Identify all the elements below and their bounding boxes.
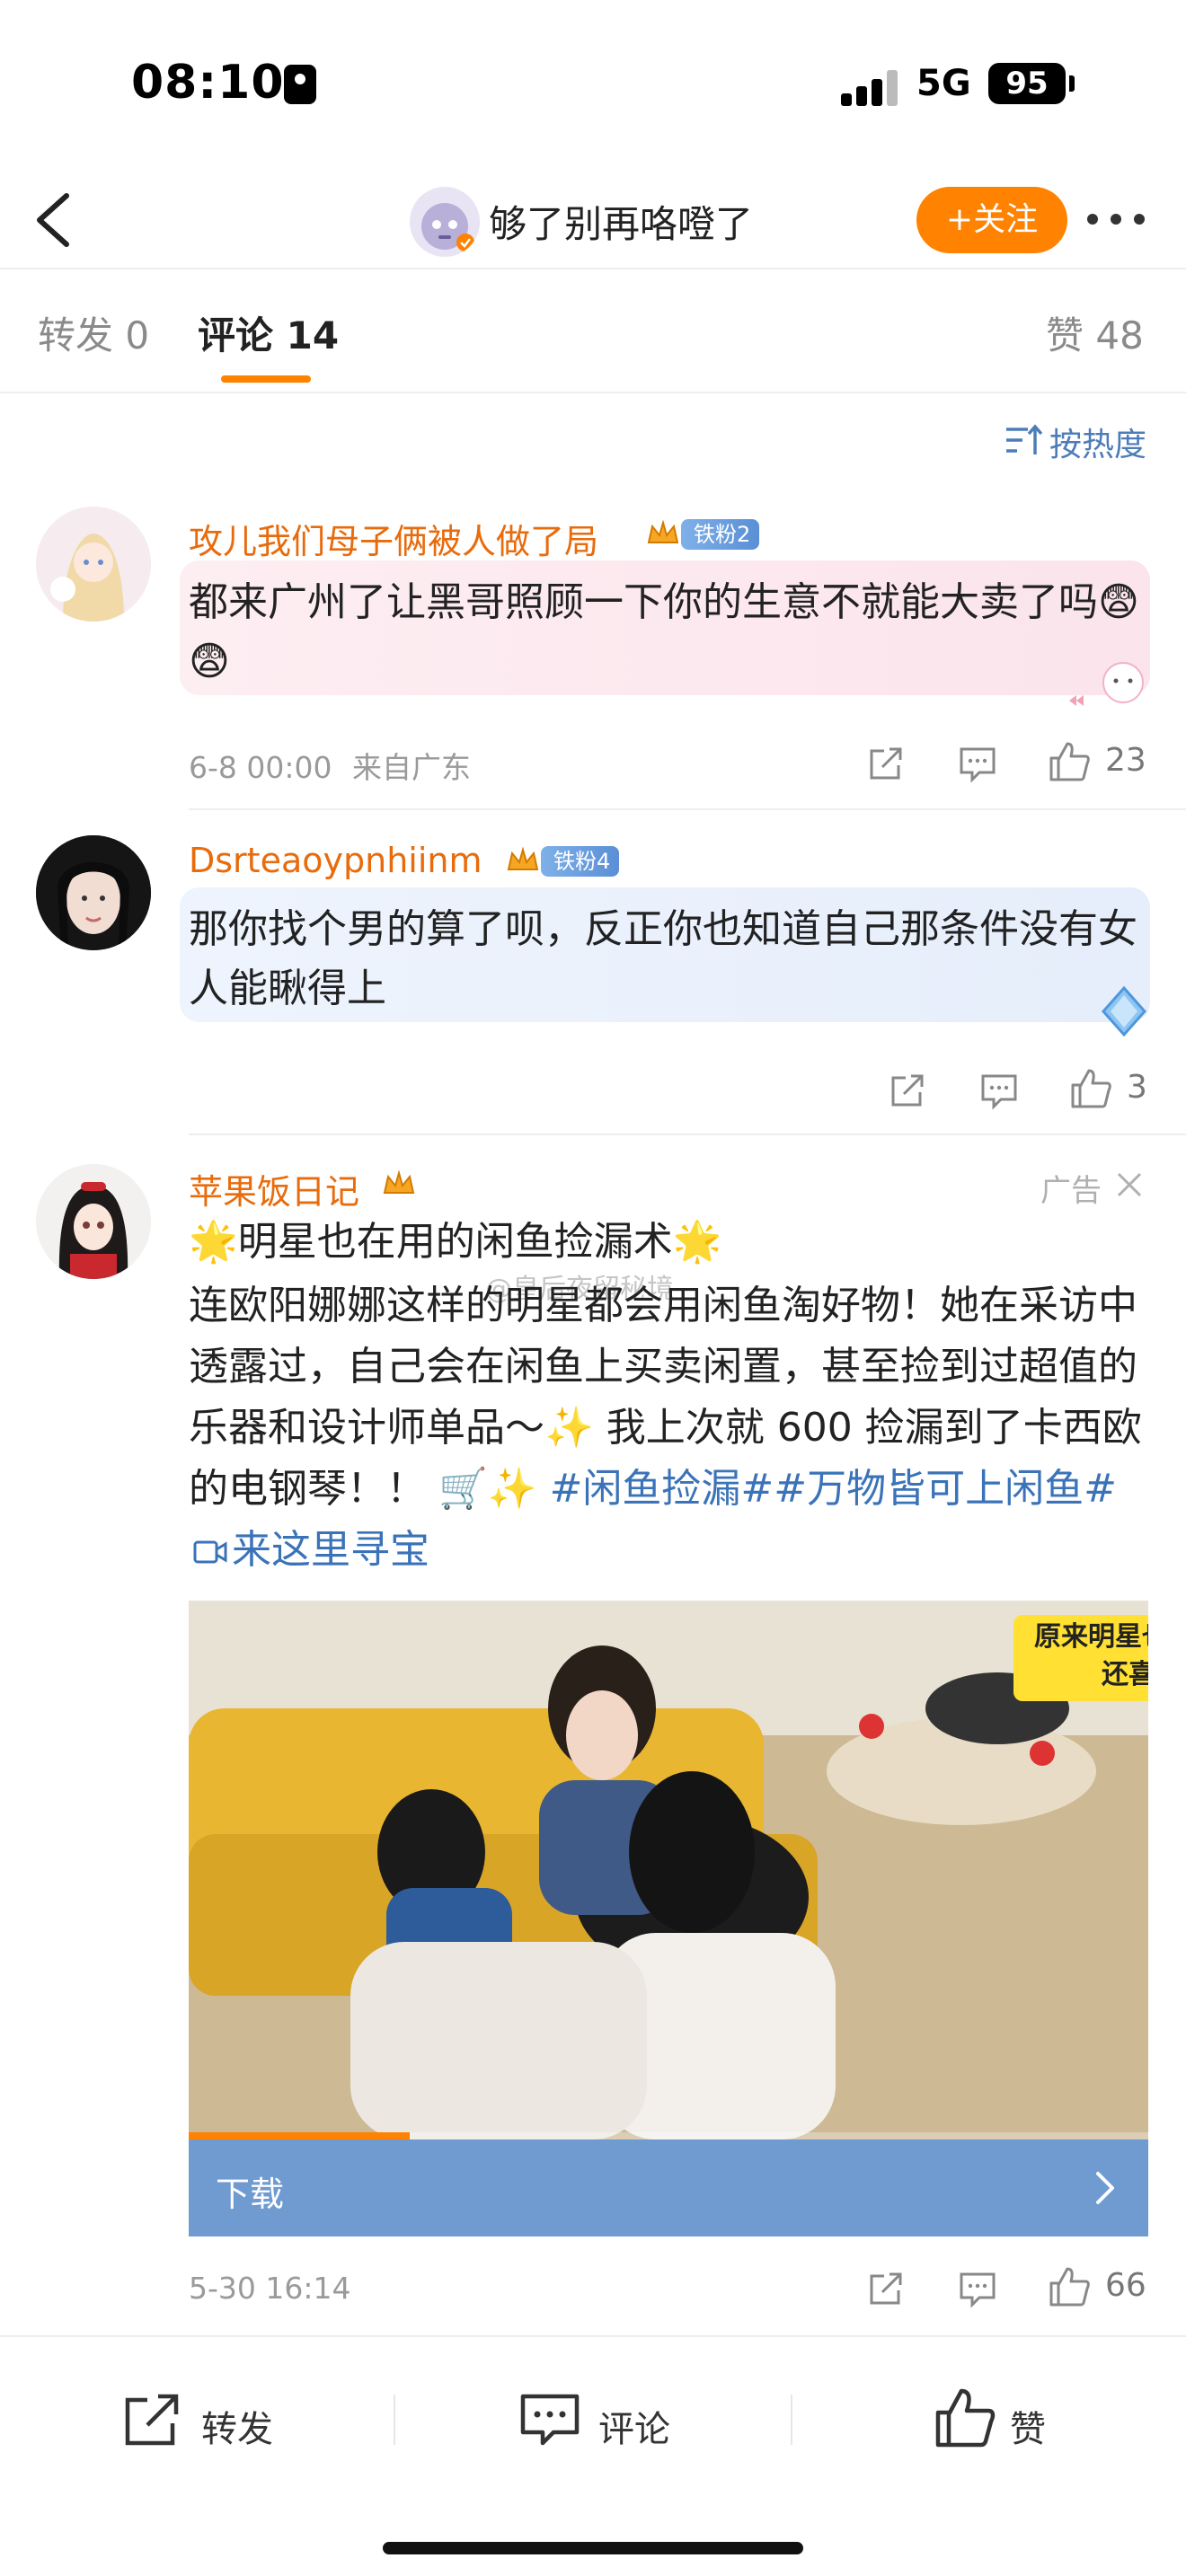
like-count: 23 bbox=[1105, 742, 1146, 779]
chevron-left-icon[interactable] bbox=[27, 190, 81, 250]
comment-divider bbox=[189, 808, 1186, 810]
home-indicator bbox=[383, 2542, 803, 2554]
comment-icon[interactable] bbox=[958, 2269, 997, 2308]
like-count: 66 bbox=[1105, 2267, 1146, 2304]
share-icon bbox=[125, 2394, 179, 2446]
ad-time: 5-30 16:14 bbox=[189, 2271, 351, 2306]
share-icon[interactable] bbox=[866, 2269, 906, 2308]
avatar[interactable] bbox=[36, 1164, 151, 1279]
share-icon[interactable] bbox=[888, 1071, 927, 1110]
comment-icon bbox=[520, 2394, 580, 2446]
comment-text: 那你找个男的算了呗，反正你也知道自己那条件没有女人能瞅得上 bbox=[189, 906, 1137, 1011]
bottom-comment-button[interactable]: 评论 bbox=[519, 2386, 681, 2457]
comment-icon[interactable] bbox=[979, 1071, 1019, 1110]
video-progress-bar[interactable] bbox=[189, 2132, 1148, 2139]
video-caption-line: 原来明星也喜欢用闲鱼 bbox=[1034, 1621, 1148, 1653]
ad-link-text[interactable]: 来这里寻宝 bbox=[232, 1527, 429, 1573]
comment-time: 6-8 00:00 bbox=[189, 750, 332, 785]
comment-divider bbox=[189, 1134, 1186, 1135]
video-caption: 原来明星也喜欢用闲鱼 还喜欢砍价 bbox=[1013, 1615, 1148, 1701]
ad-video-thumbnail[interactable]: 原来明星也喜欢用闲鱼 还喜欢砍价 bbox=[189, 1601, 1148, 2139]
fan-level-badge: 铁粉2 bbox=[681, 519, 760, 550]
page-title: 够了别再咯噔了 bbox=[489, 202, 754, 246]
battery-level: 95 bbox=[988, 63, 1066, 104]
like-icon[interactable] bbox=[1069, 1067, 1112, 1110]
bottom-like-button[interactable]: 赞 bbox=[934, 2386, 1060, 2457]
video-link-icon bbox=[193, 1540, 227, 1564]
network-type: 5G bbox=[916, 63, 971, 104]
status-time: 08:10 bbox=[131, 56, 285, 110]
ad-hashtags[interactable]: #闲鱼捡漏##万物皆可上闲鱼# bbox=[550, 1466, 1117, 1512]
bottom-action-bar: 转发 评论 赞 bbox=[0, 2335, 1186, 2576]
bubble-decoration-icon bbox=[1069, 662, 1144, 706]
sort-label[interactable]: 按热度 bbox=[1049, 419, 1146, 465]
bottom-separator bbox=[791, 2395, 792, 2445]
author-avatar[interactable] bbox=[410, 187, 480, 257]
comment-text: 都来广州了让黑哥照顾一下你的生意不就能大卖了吗😨😨 bbox=[189, 579, 1139, 684]
tab-likes[interactable]: 赞 48 bbox=[1046, 305, 1144, 360]
like-icon[interactable] bbox=[1048, 740, 1091, 783]
ad-link[interactable]: 来这里寻宝 bbox=[189, 1527, 429, 1573]
comment-icon[interactable] bbox=[958, 744, 997, 783]
comment-meta: 6-8 00:00 来自广东 bbox=[189, 744, 471, 787]
like-icon[interactable] bbox=[1048, 2265, 1091, 2308]
ad-title: 🌟明星也在用的闲鱼捡漏术🌟 bbox=[189, 1219, 722, 1265]
chevron-right-icon bbox=[1096, 2172, 1114, 2204]
share-icon[interactable] bbox=[866, 744, 906, 783]
video-caption-line: 还喜欢砍价 bbox=[1102, 1659, 1148, 1690]
comment-username[interactable]: Dsrteaoypnhiinm bbox=[189, 841, 482, 880]
avatar[interactable] bbox=[36, 507, 151, 622]
orientation-lock-icon bbox=[284, 65, 316, 104]
tab-bar: 转发 0 评论 14 赞 48 bbox=[0, 271, 1186, 393]
tab-comments[interactable]: 评论 14 bbox=[198, 305, 339, 360]
more-dots-icon[interactable] bbox=[1087, 210, 1146, 228]
avatar[interactable] bbox=[36, 835, 151, 950]
like-count: 3 bbox=[1127, 1069, 1147, 1106]
crown-badge-icon bbox=[647, 519, 679, 543]
fan-level-badge: 铁粉4 bbox=[541, 846, 620, 877]
ad-body: 连欧阳娜娜这样的明星都会用闲鱼淘好物！她在采访中透露过，自己会在闲鱼上买卖闲置，… bbox=[189, 1275, 1150, 1581]
comment-location: 来自广东 bbox=[352, 750, 471, 785]
download-button[interactable]: 下载 bbox=[189, 2139, 1148, 2236]
status-bar: 08:10 5G 95 bbox=[0, 0, 1186, 171]
bottom-like-label: 赞 bbox=[1010, 2409, 1046, 2450]
post-header: 够了别再咯噔了 +关注 bbox=[0, 171, 1186, 269]
ad-label: 广告 bbox=[1040, 1173, 1102, 1209]
video-progress-fill bbox=[189, 2132, 410, 2139]
bottom-repost-label: 转发 bbox=[201, 2409, 273, 2450]
close-icon[interactable] bbox=[1114, 1169, 1145, 1200]
video-scene-image bbox=[189, 1601, 1148, 2139]
bottom-separator bbox=[394, 2395, 395, 2445]
battery-tip bbox=[1069, 75, 1075, 92]
active-tab-indicator bbox=[221, 375, 311, 383]
ad-username[interactable]: 苹果饭日记 bbox=[189, 1164, 359, 1213]
diamond-decoration-icon bbox=[1101, 985, 1147, 1037]
tab-repost[interactable]: 转发 0 bbox=[38, 305, 149, 360]
sort-icon[interactable] bbox=[1005, 422, 1042, 458]
cellular-signal-icon bbox=[841, 70, 898, 106]
crown-badge-icon bbox=[383, 1169, 415, 1194]
crown-badge-icon bbox=[507, 846, 539, 870]
comment-username[interactable]: 攻儿我们母子俩被人做了局 bbox=[189, 514, 598, 563]
download-label: 下载 bbox=[216, 2175, 285, 2214]
like-icon bbox=[935, 2388, 996, 2448]
bottom-repost-button[interactable]: 转发 bbox=[122, 2386, 284, 2457]
bottom-comment-label: 评论 bbox=[598, 2409, 670, 2450]
follow-button[interactable]: +关注 bbox=[916, 187, 1067, 253]
